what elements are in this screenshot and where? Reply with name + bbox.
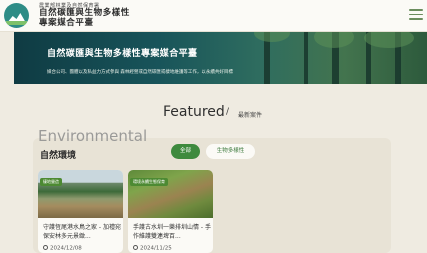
hero-banner: 自然碳匯與生物多樣性專案媒合平臺 媒合公司、團體以及私益力方式參與 森林經營或自… [14, 32, 427, 84]
clock-icon [43, 245, 48, 250]
section-title-zh: 自然環境 [40, 151, 77, 161]
filter-tab-all[interactable]: 全部 [171, 144, 200, 159]
project-card-title[interactable]: 手護古水圳一樂排圳山情 - 手作維護雙連埤百... [133, 223, 211, 241]
category-badge: 棲地營造 [40, 178, 62, 186]
site-title-line1: 自然碳匯與生物多樣性 [39, 8, 131, 18]
project-card-date: 2024/12/08 [43, 245, 82, 252]
site-title-line2: 專案媒合平臺 [39, 18, 94, 28]
foliage [364, 32, 414, 48]
project-card-title[interactable]: 守護恆尾港水鳥之家 - 加禮宛保安林多元景緻... [43, 223, 121, 241]
site-header: 農業部林業及自然保育署 自然碳匯與生物多樣性 專案媒合平臺 [0, 0, 427, 32]
foliage [314, 32, 354, 48]
section-title-en: Environmental [38, 127, 148, 145]
featured-heading: Featured [163, 104, 225, 120]
heading-separator: / [226, 107, 230, 117]
foliage [254, 32, 290, 42]
date-text: 2024/12/08 [50, 245, 82, 252]
tree-trunk [304, 32, 308, 84]
project-card-date: 2024/11/25 [133, 245, 172, 252]
project-card[interactable]: 環境永續生態保育 手護古水圳一樂排圳山情 - 手作維護雙連埤百... 2024/… [128, 170, 213, 253]
date-text: 2024/11/25 [140, 245, 172, 252]
project-card[interactable]: 棲地營造 守護恆尾港水鳥之家 - 加禮宛保安林多元景緻... 2024/12/0… [38, 170, 123, 253]
agency-logo-icon[interactable] [4, 3, 29, 28]
hero-subtitle: 媒合公司、團體以及私益力方式參與 森林經營或自然碳匯或棲地維護等工作，以永續共好… [47, 70, 233, 75]
site-title[interactable]: 自然碳匯與生物多樣性 專案媒合平臺 [39, 8, 139, 28]
category-badge: 環境永續生態保育 [130, 178, 168, 186]
hamburger-menu-icon[interactable] [409, 9, 423, 20]
featured-subtitle: 最新案件 [238, 112, 263, 119]
clock-icon [133, 245, 138, 250]
filter-tab-biodiversity[interactable]: 生物多樣性 [206, 144, 255, 159]
hero-title: 自然碳匯與生物多樣性專案媒合平臺 [47, 49, 198, 59]
